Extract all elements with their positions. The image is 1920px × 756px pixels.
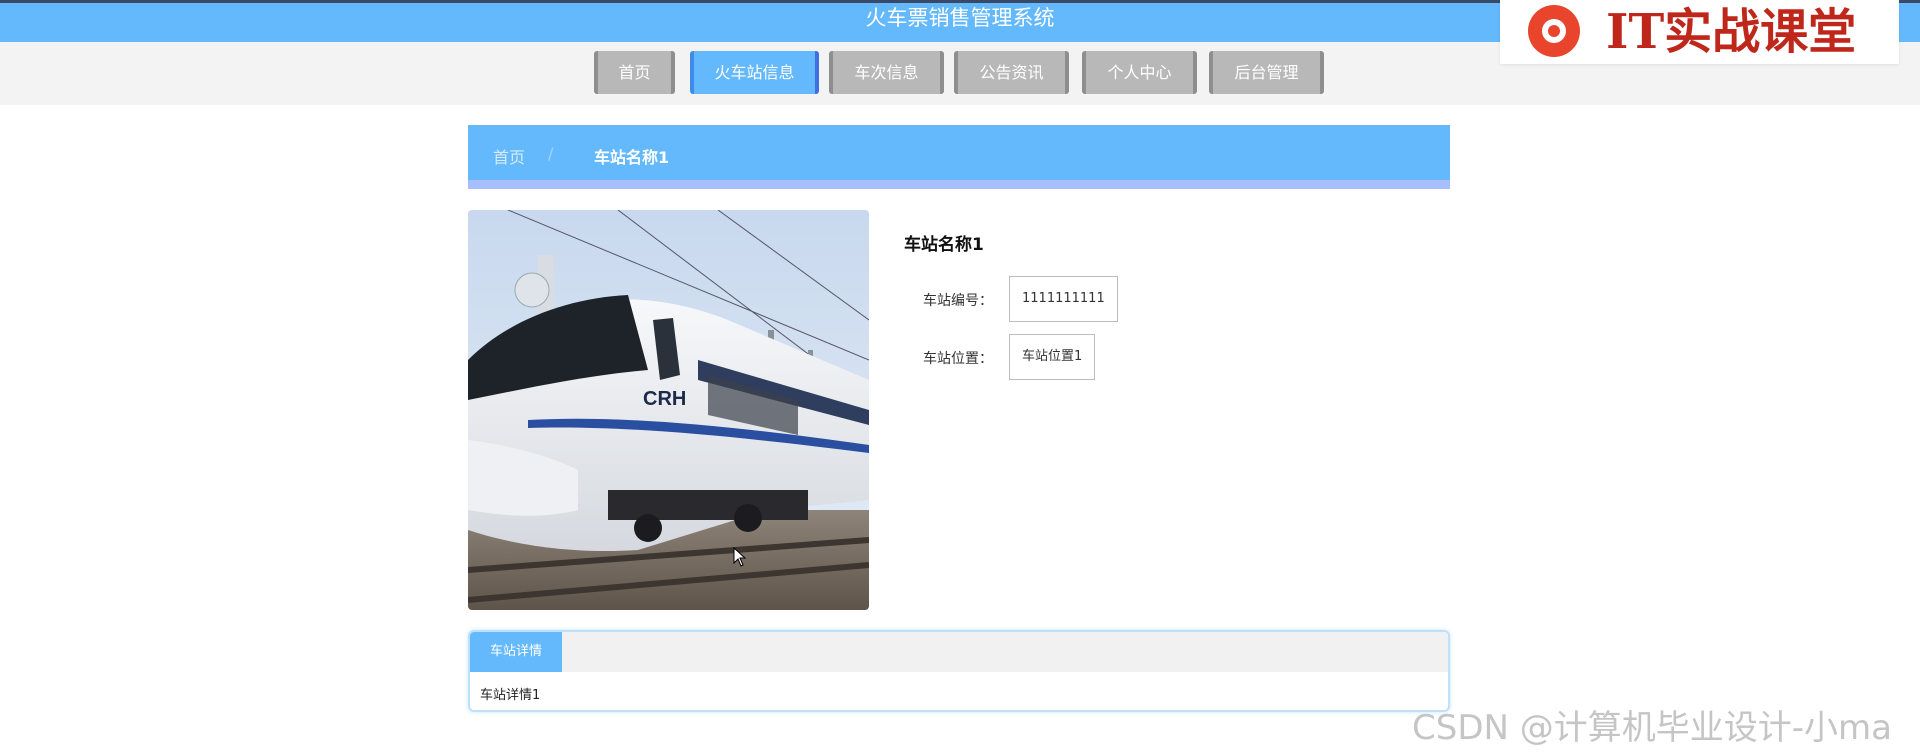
logo-text: IT实战课堂 (1606, 4, 1857, 60)
csdn-watermark: CSDN @计算机毕业设计-小ma (1412, 708, 1892, 748)
nav-personal-center[interactable]: 个人中心 (1082, 51, 1197, 94)
detail-tab-strip: 车站详情 (470, 632, 1448, 672)
train-photo: CRH (468, 210, 869, 610)
nav-station-info[interactable]: 火车站信息 (690, 51, 819, 94)
station-code-label: 车站编号： (923, 293, 993, 309)
nav-home[interactable]: 首页 (594, 51, 675, 94)
station-photo: CRH (468, 210, 869, 610)
breadcrumb: 首页 / 车站名称1 (468, 125, 1450, 189)
nav-admin[interactable]: 后台管理 (1209, 51, 1324, 94)
nav-train-info[interactable]: 车次信息 (829, 51, 944, 94)
station-code-value: 1111111111 (1009, 276, 1118, 322)
tab-station-details[interactable]: 车站详情 (470, 632, 562, 672)
app-title: 火车票销售管理系统 (865, 6, 1055, 30)
mouse-cursor-icon (733, 547, 747, 567)
breadcrumb-current: 车站名称1 (594, 148, 670, 167)
nav-announcements[interactable]: 公告资讯 (954, 51, 1069, 94)
station-detail-content: 车站详情1 (480, 688, 541, 703)
station-location-value: 车站位置1 (1009, 334, 1096, 380)
station-name-title: 车站名称1 (904, 235, 984, 255)
svg-text:CRH: CRH (643, 388, 686, 410)
station-location-label: 车站位置： (923, 351, 993, 367)
it-course-logo: IT实战课堂 (1500, 0, 1899, 64)
breadcrumb-separator: / (548, 144, 554, 163)
station-detail-panel: 车站详情 车站详情1 (468, 630, 1450, 712)
chrome-like-logo-icon (1528, 5, 1580, 57)
breadcrumb-home-link[interactable]: 首页 (493, 144, 525, 168)
